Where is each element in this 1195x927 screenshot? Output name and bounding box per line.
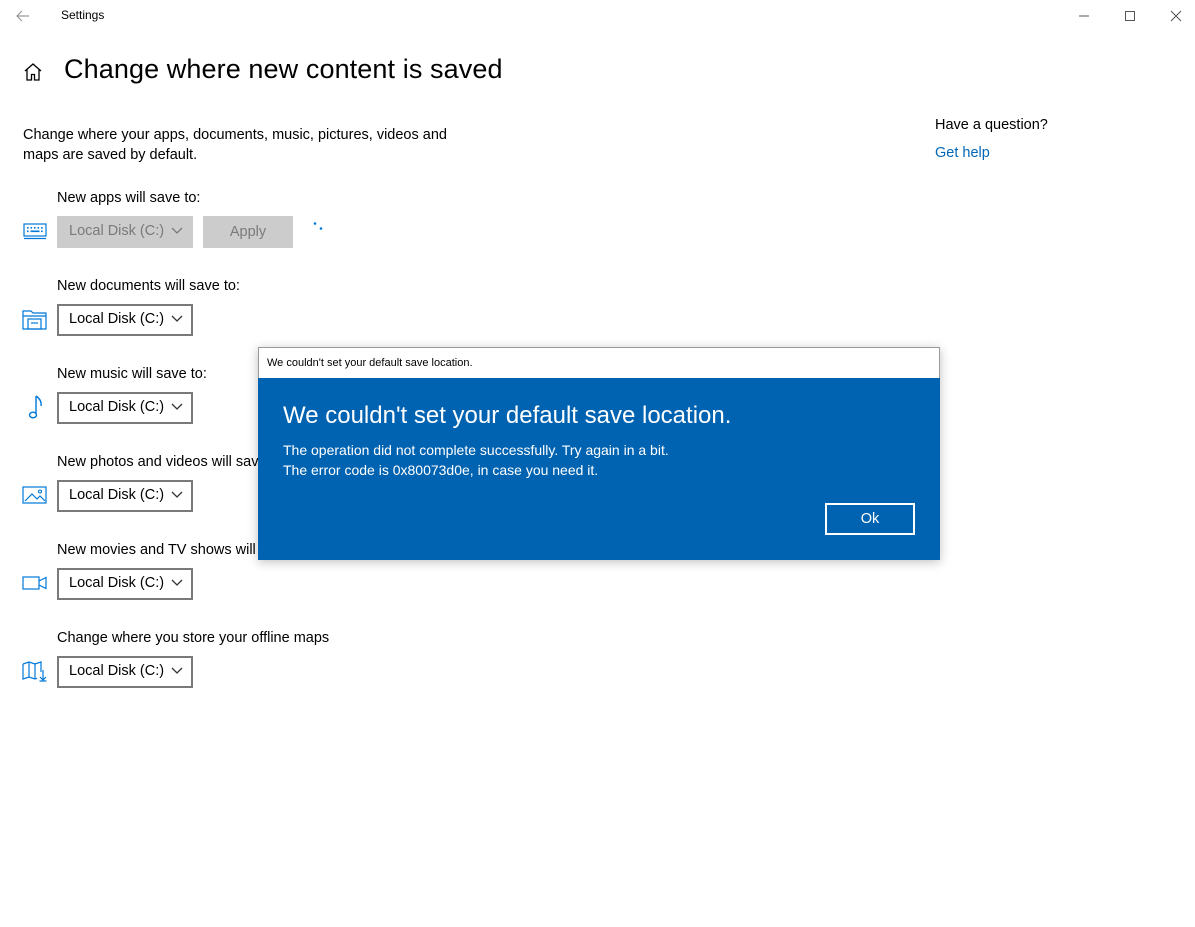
music-note-icon (22, 394, 48, 420)
maximize-button[interactable] (1107, 0, 1153, 32)
chevron-down-icon (171, 403, 183, 410)
back-button[interactable] (8, 4, 38, 28)
documents-save-label: New documents will save to: (57, 278, 240, 294)
dialog-title-bar: We couldn't set your default save locati… (258, 347, 940, 378)
close-icon (1170, 10, 1182, 22)
loading-spinner-icon (313, 222, 323, 230)
chevron-down-icon (171, 667, 183, 674)
maps-save-label: Change where you store your offline maps (57, 630, 330, 646)
documents-folder-icon (22, 306, 48, 332)
minimize-icon (1079, 15, 1089, 17)
map-download-icon (22, 658, 48, 684)
dropdown-value: Local Disk (C:) (69, 663, 165, 679)
dropdown-value: Local Disk (C:) (69, 399, 165, 415)
music-save-label: New music will save to: (57, 366, 207, 382)
ok-button[interactable]: Ok (825, 503, 915, 535)
chevron-down-icon (171, 315, 183, 322)
dialog-body: We couldn't set your default save locati… (258, 378, 940, 560)
close-button[interactable] (1153, 0, 1195, 32)
chevron-down-icon (171, 227, 183, 234)
chevron-down-icon (171, 579, 183, 586)
page-title: Change where new content is saved (64, 54, 503, 84)
dropdown-value: Local Disk (C:) (69, 311, 165, 327)
minimize-button[interactable] (1061, 0, 1107, 32)
maximize-icon (1125, 11, 1135, 21)
get-help-link[interactable]: Get help (935, 145, 990, 161)
dropdown-value: Local Disk (C:) (69, 223, 165, 239)
dialog-window-title: We couldn't set your default save locati… (267, 357, 473, 369)
app-title: Settings (61, 8, 105, 22)
dropdown-value: Local Disk (C:) (69, 575, 165, 591)
back-arrow-icon (16, 10, 29, 22)
maps-location-dropdown[interactable]: Local Disk (C:) (57, 656, 193, 688)
apps-save-label: New apps will save to: (57, 190, 201, 206)
keyboard-icon (22, 218, 48, 244)
dialog-message-line-1: The operation did not complete successfu… (283, 442, 669, 458)
help-heading: Have a question? (935, 117, 1048, 133)
chevron-down-icon (171, 491, 183, 498)
error-dialog: We couldn't set your default save locati… (258, 347, 940, 560)
apps-location-dropdown[interactable]: Local Disk (C:) (57, 216, 193, 248)
photos-save-label: New photos and videos will save to: (57, 454, 287, 470)
music-location-dropdown[interactable]: Local Disk (C:) (57, 392, 193, 424)
dialog-message-line-2: The error code is 0x80073d0e, in case yo… (283, 462, 599, 478)
documents-location-dropdown[interactable]: Local Disk (C:) (57, 304, 193, 336)
picture-icon (22, 482, 48, 508)
home-icon[interactable] (22, 61, 44, 83)
dialog-heading: We couldn't set your default save locati… (283, 402, 732, 429)
page-description: Change where your apps, documents, music… (23, 127, 447, 163)
movies-location-dropdown[interactable]: Local Disk (C:) (57, 568, 193, 600)
dropdown-value: Local Disk (C:) (69, 487, 165, 503)
video-camera-icon (22, 570, 48, 596)
apply-button[interactable]: Apply (203, 216, 293, 248)
title-bar: Settings (0, 0, 1195, 32)
photos-location-dropdown[interactable]: Local Disk (C:) (57, 480, 193, 512)
